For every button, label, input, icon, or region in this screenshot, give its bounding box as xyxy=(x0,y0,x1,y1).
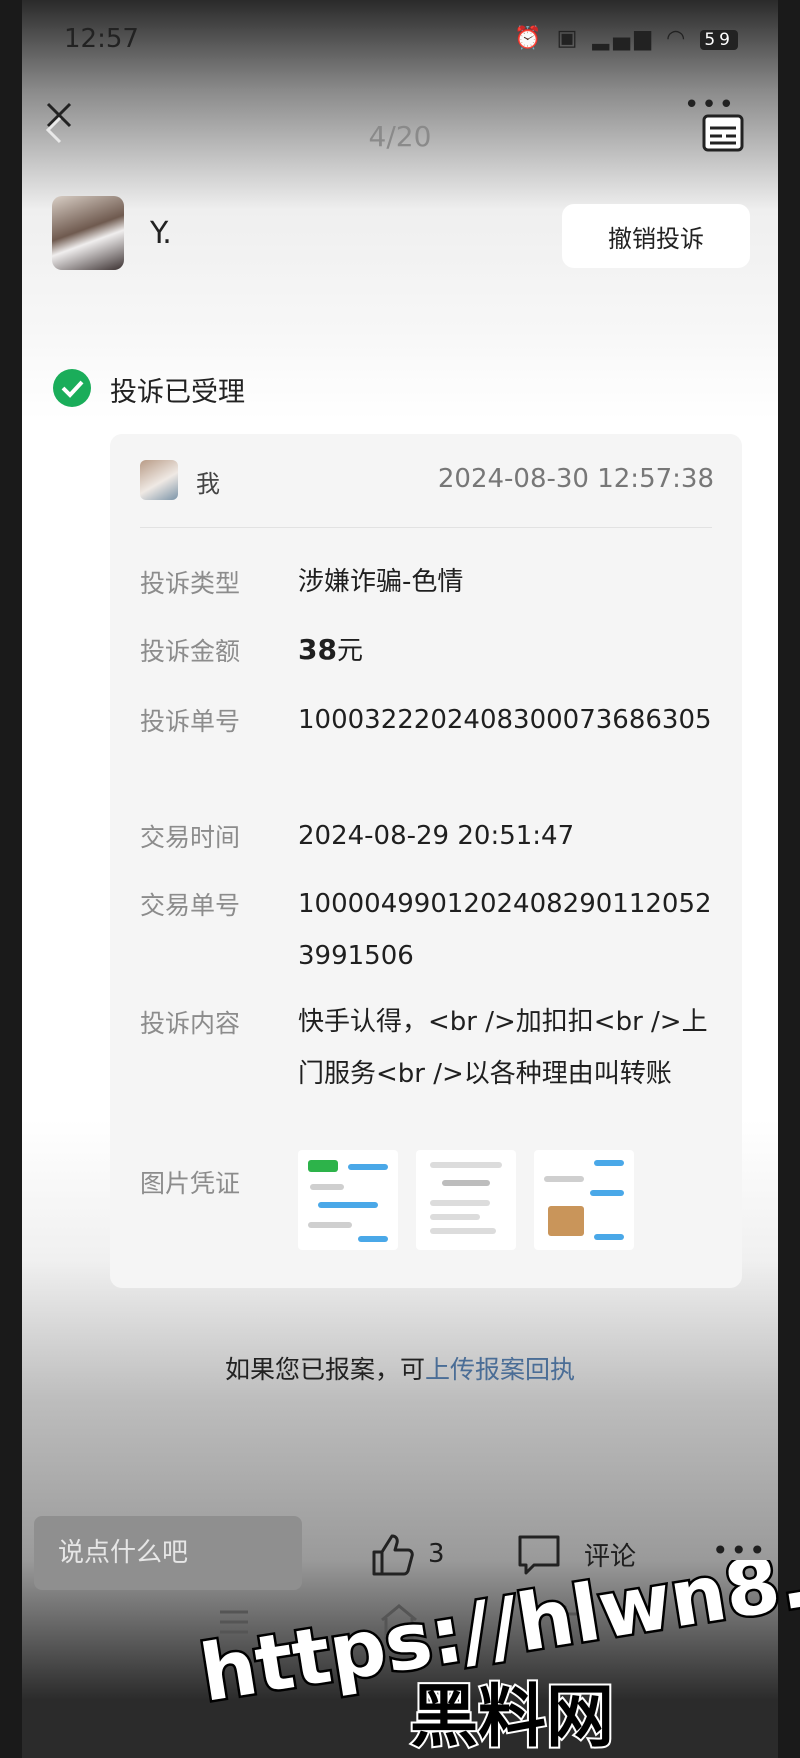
signal-icon: ▂▄▆ xyxy=(592,26,656,51)
complainee-name: Y. xyxy=(150,216,172,251)
comment-label: 评论 xyxy=(584,1541,637,1572)
field-label: 交易时间 xyxy=(140,823,241,852)
amount-number: 38 xyxy=(298,633,337,666)
complainee-avatar[interactable] xyxy=(52,196,124,270)
menu-icon[interactable] xyxy=(214,1602,254,1642)
field-value: 38元 xyxy=(298,624,726,677)
evidence-image[interactable] xyxy=(298,1150,398,1250)
status-text: 投诉已受理 xyxy=(110,377,245,408)
status-time: 12:57 xyxy=(64,24,139,54)
like-button[interactable]: 3 xyxy=(368,1524,445,1584)
more-options-icon[interactable]: ••• xyxy=(712,1534,768,1567)
document-icon[interactable] xyxy=(702,112,744,152)
complainee-row: Y. 撤销投诉 xyxy=(22,196,778,282)
divider xyxy=(140,527,712,528)
report-tip-text: 如果您已报案，可 xyxy=(224,1355,425,1384)
my-avatar xyxy=(140,460,178,500)
phone-screen: 12:57 ⏰ ▣ ▂▄▆ ◠ 59 4/20 ••• Y. 撤销投诉 投诉已受… xyxy=(22,0,778,1758)
field-label: 投诉类型 xyxy=(140,569,241,598)
card-header: 我 2024-08-30 12:57:38 xyxy=(110,434,742,528)
field-value: 1000322202408300073686305 xyxy=(298,705,712,735)
field-value: 10000499012024082901120523991506 xyxy=(298,889,712,971)
upload-receipt-link[interactable]: 上传报案回执 xyxy=(425,1355,575,1384)
field-label: 投诉金额 xyxy=(140,637,241,666)
field-label: 投诉单号 xyxy=(140,707,241,736)
battery-icon: 59 xyxy=(700,30,738,50)
page-indicator: 4/20 xyxy=(368,120,432,153)
status-icons: ⏰ ▣ ▂▄▆ ◠ 59 xyxy=(514,26,738,51)
comment-input[interactable] xyxy=(34,1516,302,1590)
field-value: 快手认得，<br />加扣扣<br />上门服务<br />以各种理由叫转账 xyxy=(298,1007,708,1089)
alarm-icon: ⏰ xyxy=(514,26,546,51)
field-label: 交易单号 xyxy=(140,891,241,920)
field-label: 图片凭证 xyxy=(140,1169,241,1198)
evidence-image[interactable] xyxy=(416,1150,516,1250)
field-value: 2024-08-29 20:51:47 xyxy=(298,821,575,851)
field-label: 投诉内容 xyxy=(140,1009,241,1038)
complaint-detail-card: 我 2024-08-30 12:57:38 投诉类型 涉嫌诈骗-色情 投诉金额 … xyxy=(110,434,742,1288)
top-bar: 4/20 ••• xyxy=(22,90,778,180)
wifi-icon: ◠ xyxy=(666,26,690,51)
comment-icon xyxy=(518,1535,560,1575)
thumbs-up-icon xyxy=(372,1534,414,1576)
complaint-datetime: 2024-08-30 12:57:38 xyxy=(437,464,714,494)
home-icon[interactable] xyxy=(376,1598,422,1644)
system-nav-bar xyxy=(22,1594,778,1664)
evidence-image[interactable] xyxy=(534,1150,634,1250)
author-label: 我 xyxy=(196,470,220,498)
status-bar: 12:57 ⏰ ▣ ▂▄▆ ◠ 59 xyxy=(22,18,778,62)
comment-button[interactable]: 评论 xyxy=(516,1524,636,1584)
amount-unit: 元 xyxy=(336,636,363,666)
revoke-complaint-button[interactable]: 撤销投诉 xyxy=(562,204,750,268)
check-circle-icon xyxy=(53,369,91,407)
hd-icon: ▣ xyxy=(556,26,582,51)
back-icon[interactable] xyxy=(552,1598,598,1644)
bottom-action-bar: 3 评论 ••• xyxy=(22,1516,778,1592)
field-value: 涉嫌诈骗-色情 xyxy=(298,567,464,597)
like-count: 3 xyxy=(428,1539,445,1569)
report-tip: 如果您已报案，可上传报案回执 xyxy=(22,1350,778,1386)
